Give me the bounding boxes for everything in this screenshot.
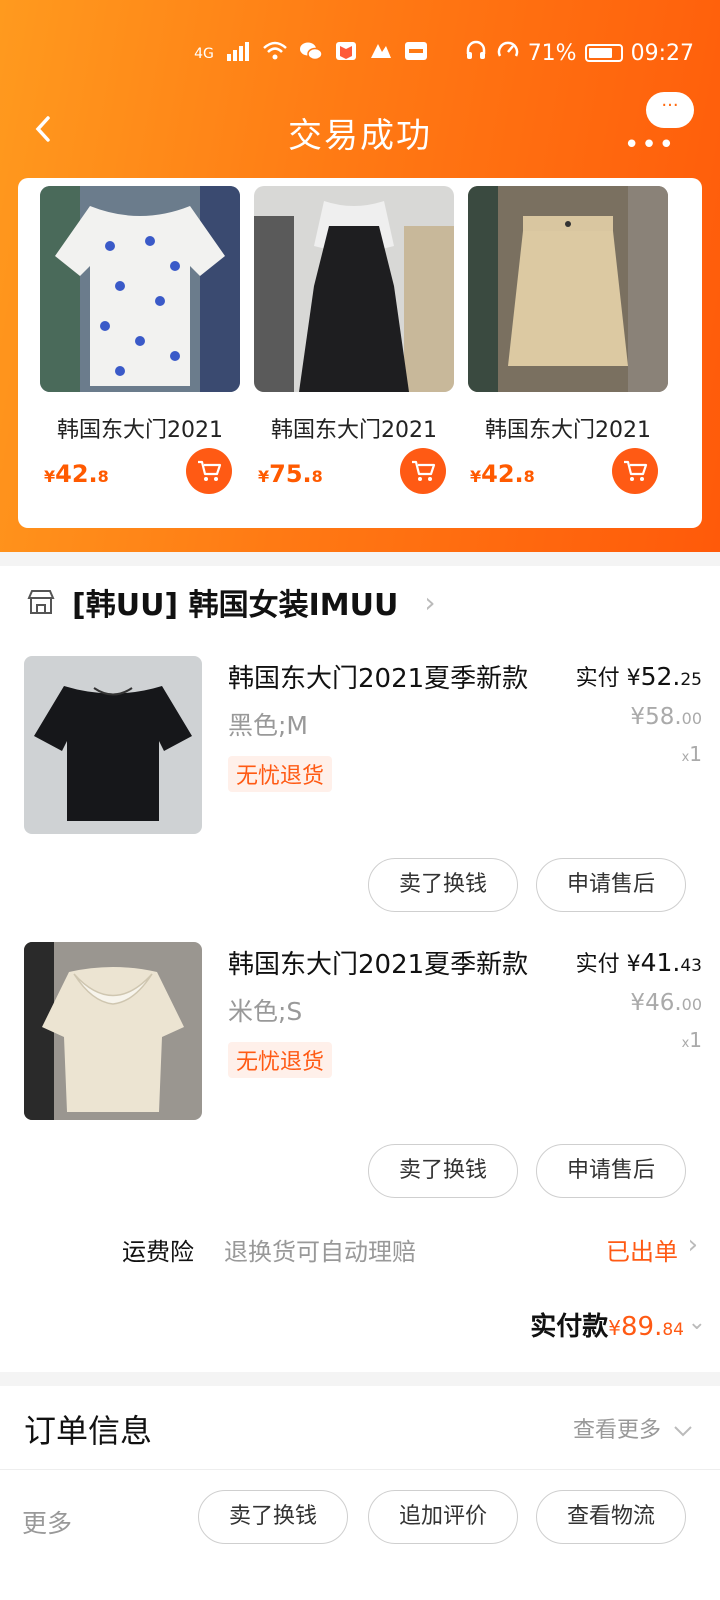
order-info-row: 订单信息 查看更多 (0, 1386, 720, 1470)
add-to-cart-button[interactable] (400, 448, 446, 494)
product-thumbnail[interactable] (24, 942, 202, 1120)
hhs-app-icon (404, 40, 428, 68)
sell-for-cash-button[interactable]: 卖了换钱 (198, 1490, 348, 1544)
quantity: x1 (681, 742, 702, 766)
recommendation-item[interactable]: 韩国东大门2021 (40, 186, 240, 444)
return-guarantee-badge: 无忧退货 (228, 756, 333, 792)
product-image[interactable] (468, 186, 668, 392)
nav-bar: 交易成功 ··· ••• (0, 92, 720, 160)
recommendation-name: 韩国东大门2021 (57, 418, 223, 443)
chevron-down-icon[interactable]: ⌄ (688, 1310, 706, 1335)
shipping-insurance-row[interactable]: 运费险 退换货可自动理赔 已出单 › (0, 1230, 720, 1272)
speed-icon (496, 38, 520, 68)
headphones-icon (464, 38, 488, 68)
original-price: ¥58.00 (630, 704, 702, 730)
return-guarantee-badge: 无忧退货 (228, 1042, 333, 1078)
product-name[interactable]: 韩国东大门2021夏季新款 (228, 944, 528, 981)
cart-icon (412, 460, 436, 481)
store-icon (27, 590, 55, 614)
order-item: 韩国东大门2021夏季新款 黑色;M 无忧退货 实付 ¥52.25 ¥58.00… (0, 656, 720, 942)
chevron-down-icon (674, 1426, 692, 1437)
product-spec: 黑色;M (228, 711, 308, 740)
request-aftersale-button[interactable]: 申请售后 (536, 1144, 686, 1198)
more-dots-icon: ••• (624, 130, 677, 160)
quantity: x1 (681, 1028, 702, 1052)
add-review-button[interactable]: 追加评价 (368, 1490, 518, 1544)
recommendation-name: 韩国东大门2021 (485, 418, 651, 443)
request-aftersale-button[interactable]: 申请售后 (536, 858, 686, 912)
paid-price: 实付 ¥41.43 (575, 948, 702, 977)
product-image[interactable] (40, 186, 240, 392)
signal-icon (226, 40, 252, 68)
cart-icon (624, 460, 648, 481)
sell-for-cash-button[interactable]: 卖了换钱 (368, 858, 518, 912)
product-name[interactable]: 韩国东大门2021夏季新款 (228, 658, 528, 695)
bottom-action-bar: 更多 卖了换钱 追加评价 查看物流 (0, 1470, 720, 1600)
total-paid: 实付款¥89.84 (530, 1312, 684, 1342)
book-app-icon (334, 40, 358, 68)
insurance-desc: 退换货可自动理赔 (224, 1238, 416, 1266)
chevron-right-icon: › (687, 1230, 698, 1260)
shop-order-section: [韩UU] 韩国女装IMUU › 韩国东大门2021夏季新款 黑色;M 无忧退货… (0, 566, 720, 1372)
product-spec: 米色;S (228, 997, 303, 1026)
recommendation-item[interactable]: 韩国东大门2021 (254, 186, 454, 444)
recommendation-price: ¥42.8 (44, 460, 109, 488)
network-type-icon: 4G (194, 46, 214, 62)
product-image[interactable] (254, 186, 454, 392)
product-thumbnail[interactable] (24, 656, 202, 834)
study-app-icon (368, 40, 394, 68)
sell-for-cash-button[interactable]: 卖了换钱 (368, 1144, 518, 1198)
cart-icon (198, 460, 222, 481)
battery-icon (584, 44, 623, 62)
clock: 09:27 (630, 40, 694, 66)
add-to-cart-button[interactable] (186, 448, 232, 494)
wifi-icon (262, 40, 288, 68)
insurance-status[interactable]: 已出单 (606, 1232, 678, 1267)
shop-header[interactable]: [韩UU] 韩国女装IMUU › (26, 580, 436, 624)
page-title: 交易成功 (288, 116, 432, 156)
original-price: ¥46.00 (630, 990, 702, 1016)
recommendation-price: ¥42.8 (470, 460, 535, 488)
paid-price: 实付 ¥52.25 (575, 662, 702, 691)
more-actions-button[interactable]: 更多 (22, 1504, 72, 1540)
wechat-icon (298, 40, 324, 68)
view-more-button[interactable]: 查看更多 (573, 1412, 694, 1444)
recommendation-card: 韩国东大门2021 ¥42.8 韩国东大门2021 ¥75.8 韩国东大门202… (18, 178, 702, 528)
recommendation-price: ¥75.8 (258, 460, 323, 488)
order-info-title: 订单信息 (24, 1412, 153, 1450)
insurance-label: 运费险 (122, 1238, 194, 1266)
message-bubble-icon: ··· (646, 92, 694, 128)
battery-percent: 71% (527, 40, 577, 66)
more-menu-button[interactable]: ··· ••• (622, 92, 694, 160)
add-to-cart-button[interactable] (612, 448, 658, 494)
recommendation-item[interactable]: 韩国东大门2021 (468, 186, 668, 444)
status-bar: 4G 71% 09:27 (0, 36, 720, 70)
shop-name[interactable]: [韩UU] 韩国女装IMUU (72, 580, 398, 624)
recommendation-name: 韩国东大门2021 (271, 418, 437, 443)
order-item: 韩国东大门2021夏季新款 米色;S 无忧退货 实付 ¥41.43 ¥46.00… (0, 942, 720, 1228)
chevron-right-icon: › (424, 585, 436, 619)
view-logistics-button[interactable]: 查看物流 (536, 1490, 686, 1544)
